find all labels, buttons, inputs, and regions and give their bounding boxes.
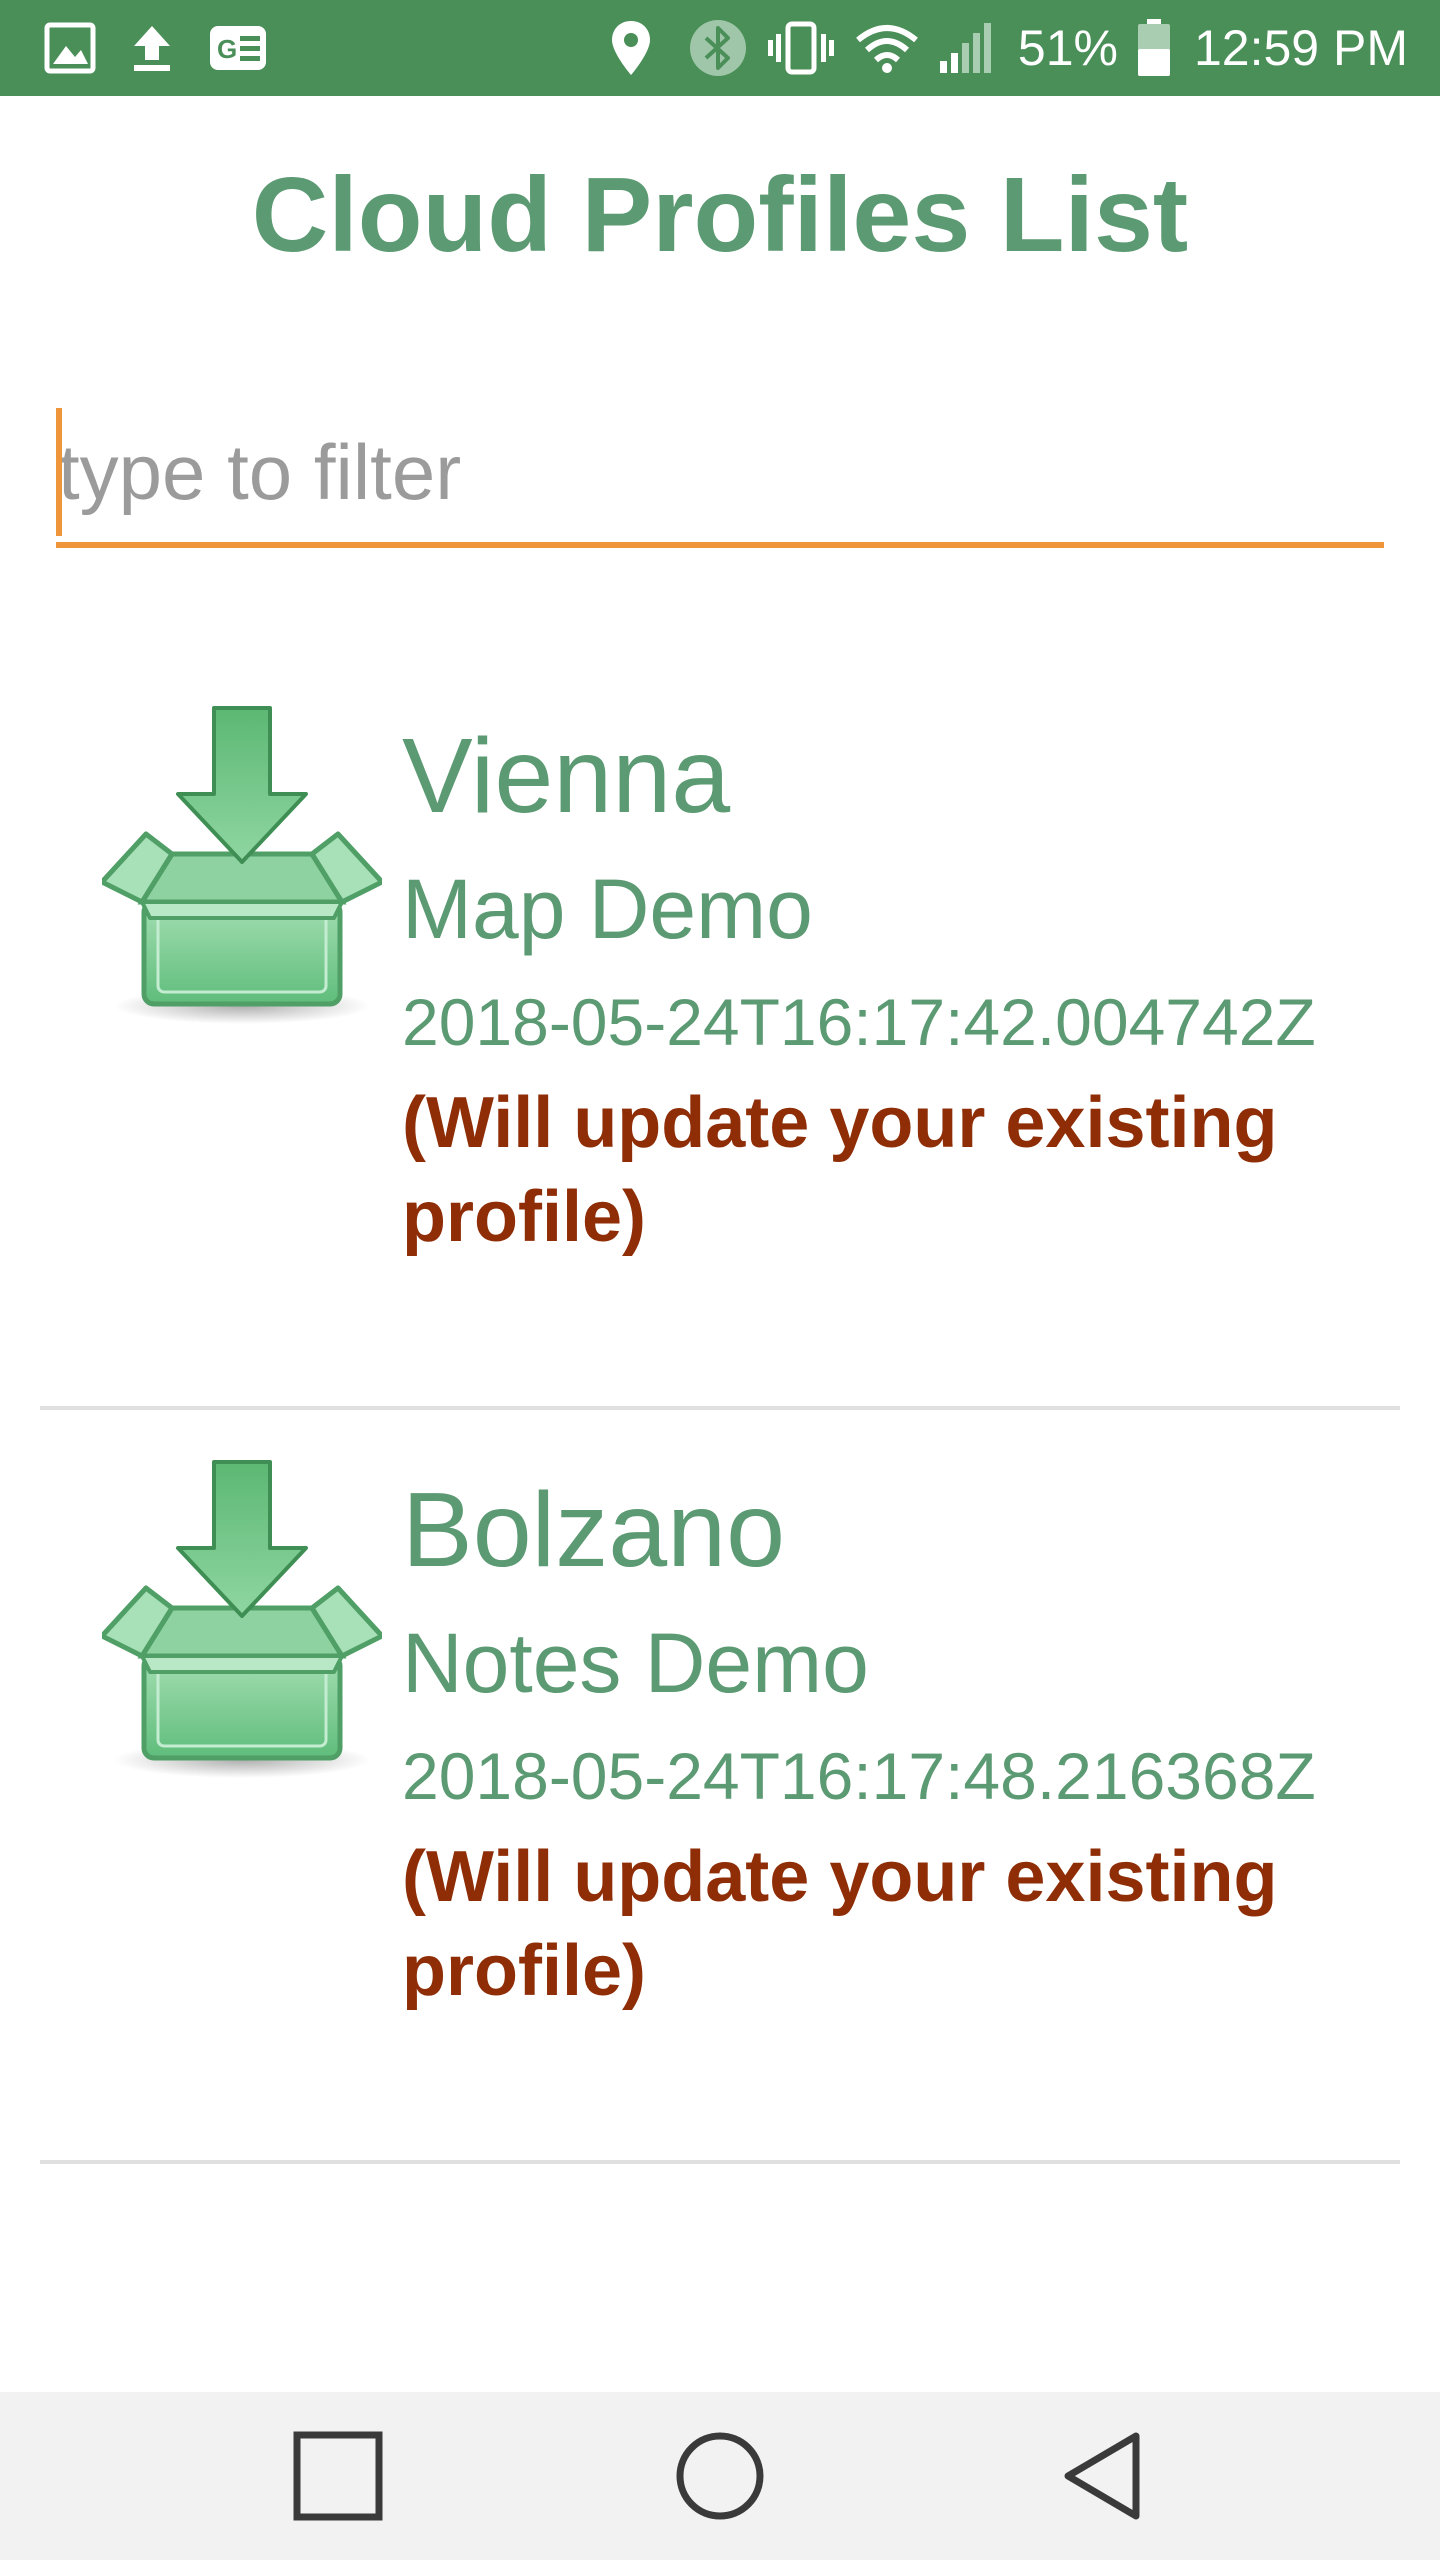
profile-name: Bolzano (402, 1471, 786, 1589)
location-pin-icon (610, 19, 652, 77)
profile-description: Notes Demo (402, 1616, 869, 1710)
download-box-icon (102, 1460, 382, 1780)
upload-icon (130, 22, 174, 74)
status-bar: G 51% 12:59 PM (0, 0, 1440, 96)
back-button[interactable] (1002, 2392, 1202, 2560)
filter-underline (56, 542, 1384, 548)
recents-button[interactable] (238, 2392, 438, 2560)
profile-item-bolzano[interactable]: Bolzano Notes Demo 2018-05-24T16:17:48.2… (40, 1412, 1400, 2164)
status-clock: 12:59 PM (1193, 20, 1408, 76)
text-cursor (56, 408, 62, 536)
navigation-bar (0, 2392, 1440, 2560)
profile-name: Vienna (402, 717, 731, 835)
vibrate-icon (766, 20, 836, 76)
profile-description: Map Demo (402, 862, 813, 956)
profile-item-vienna[interactable]: Vienna Map Demo 2018-05-24T16:17:42.0047… (40, 658, 1400, 1410)
list-divider (40, 2160, 1400, 2164)
bluetooth-icon (688, 18, 748, 78)
svg-text:G: G (217, 34, 237, 64)
list-divider (40, 1406, 1400, 1410)
status-left-icons: G (44, 0, 268, 96)
gallery-icon (44, 22, 96, 74)
page-title: Cloud Profiles List (251, 156, 1189, 274)
filter-input[interactable] (56, 402, 1384, 542)
profile-update-warning: (Will update your existing profile) (402, 1083, 1278, 1257)
wifi-icon (854, 22, 920, 74)
battery-icon (1136, 18, 1172, 78)
profile-timestamp: 2018-05-24T16:17:42.004742Z (402, 985, 1316, 1059)
home-button[interactable] (620, 2392, 820, 2560)
recents-icon (293, 2431, 383, 2521)
profile-details: Bolzano Notes Demo 2018-05-24T16:17:48.2… (402, 1468, 1382, 2018)
profile-timestamp: 2018-05-24T16:17:48.216368Z (402, 1739, 1316, 1813)
profile-details: Vienna Map Demo 2018-05-24T16:17:42.0047… (402, 714, 1382, 1264)
download-box-icon (102, 706, 382, 1026)
home-icon (676, 2432, 764, 2520)
status-right-icons: 51% 12:59 PM (610, 0, 1408, 96)
filter-field[interactable] (56, 402, 1384, 552)
battery-percent: 51% (1017, 20, 1118, 76)
ge-app-icon: G (208, 24, 268, 72)
back-icon (1064, 2432, 1140, 2520)
signal-icon (938, 21, 996, 75)
profile-update-warning: (Will update your existing profile) (402, 1837, 1278, 2011)
